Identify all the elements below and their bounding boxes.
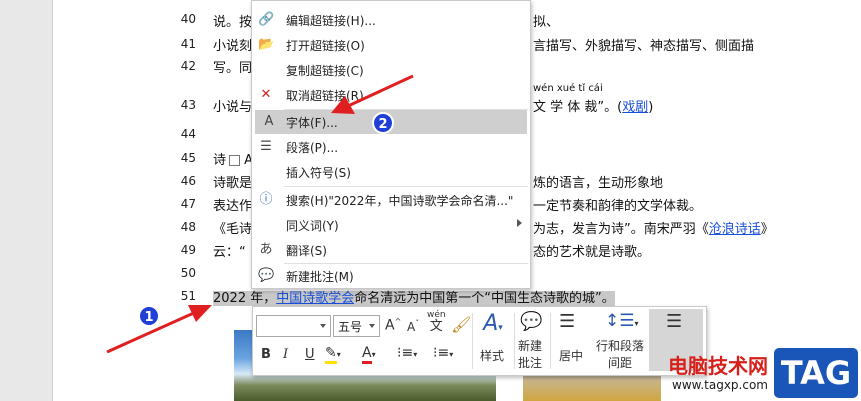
watermark: 电脑技术网 www.tagxp.com TAG	[666, 346, 861, 401]
step-badge-2: 2	[372, 112, 394, 134]
watermark-title: 电脑技术网	[668, 354, 768, 378]
step-badge-1: 1	[138, 305, 160, 327]
watermark-logo: TAG	[774, 348, 858, 398]
watermark-url: www.tagxp.com	[672, 378, 768, 392]
annotation-arrow-2	[347, 74, 414, 108]
annotation-arrows	[106, 74, 414, 354]
